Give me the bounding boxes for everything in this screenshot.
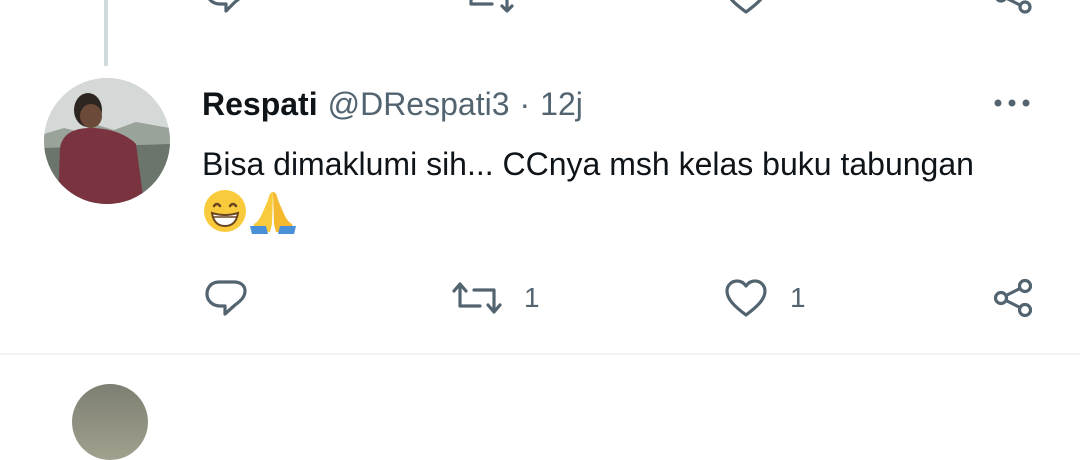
retweet-icon[interactable] (464, 0, 514, 14)
retweet-count: 1 (524, 282, 540, 313)
like-button[interactable]: 1 (724, 270, 806, 326)
display-name[interactable]: Respati (202, 86, 318, 123)
more-icon (994, 99, 1030, 107)
retweet-button[interactable]: 1 (452, 270, 540, 326)
tweet-header: Respati @DRespati3 · 12j (202, 82, 583, 126)
avatar[interactable] (44, 78, 170, 204)
share-button[interactable] (992, 270, 1036, 326)
share-icon[interactable] (992, 0, 1036, 14)
avatar-photo (44, 78, 170, 204)
retweet-icon (452, 280, 502, 316)
reply-icon (204, 279, 248, 317)
previous-tweet-actions: 1 1 1 (0, 0, 1080, 14)
heart-icon[interactable] (724, 0, 768, 14)
thread-connector-line (104, 0, 108, 66)
share-icon (992, 278, 1036, 318)
next-tweet-avatar[interactable] (72, 384, 148, 460)
previous-retweet-count: 1 (530, 0, 547, 8)
heart-icon (724, 278, 768, 318)
tweet-body: Bisa dimaklumi sih... CCnya msh kelas bu… (202, 140, 1002, 253)
more-options-button[interactable] (990, 88, 1034, 118)
header-separator: · (519, 85, 531, 122)
grinning-face-emoji-icon (202, 188, 248, 247)
tweet-divider (0, 353, 1080, 355)
previous-like-count: 1 (796, 0, 813, 8)
like-count: 1 (790, 282, 806, 313)
reply-icon[interactable] (204, 0, 248, 14)
previous-reply-count: 1 (268, 0, 285, 8)
tweet-timestamp[interactable]: 12j (540, 86, 583, 123)
reply-button[interactable] (204, 270, 270, 326)
user-handle[interactable]: @DRespati3 (328, 86, 510, 123)
tweet-text: Bisa dimaklumi sih... CCnya msh kelas bu… (202, 146, 974, 182)
folded-hands-emoji-icon (248, 188, 298, 247)
tweet-actions: 1 1 (0, 270, 1080, 326)
